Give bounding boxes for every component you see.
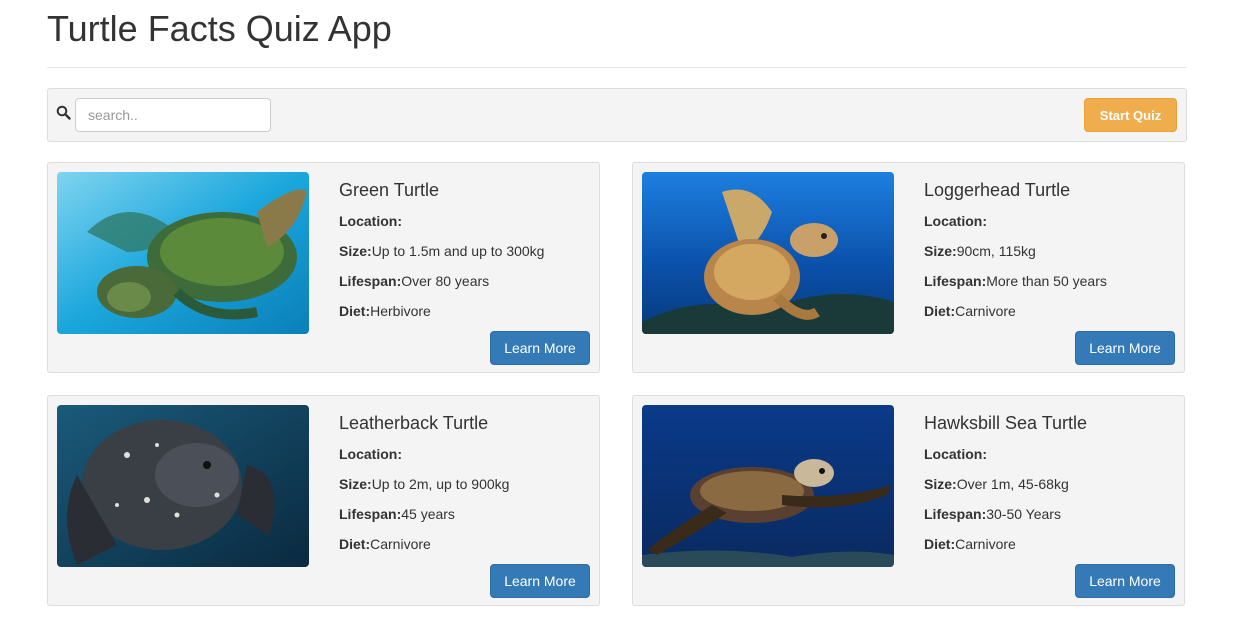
size-row: Size:Up to 2m, up to 900kg xyxy=(339,475,509,493)
turtle-card: Leatherback Turtle Location: Size:Up to … xyxy=(47,395,600,606)
diet-row: Diet:Carnivore xyxy=(924,302,1016,320)
location-label: Location: xyxy=(339,213,402,229)
learn-more-button[interactable]: Learn More xyxy=(490,564,590,598)
location-row: Location: xyxy=(924,445,987,463)
lifespan-value: 30-50 Years xyxy=(986,506,1061,522)
size-value: Up to 1.5m and up to 300kg xyxy=(371,243,545,259)
size-row: Size:Over 1m, 45-68kg xyxy=(924,475,1069,493)
lifespan-label: Lifespan: xyxy=(924,273,987,289)
location-row: Location: xyxy=(339,445,402,463)
size-row: Size:90cm, 115kg xyxy=(924,242,1036,260)
start-quiz-button[interactable]: Start Quiz xyxy=(1084,98,1177,132)
size-row: Size:Up to 1.5m and up to 300kg xyxy=(339,242,544,260)
location-row: Location: xyxy=(924,212,987,230)
lifespan-value: Over 80 years xyxy=(401,273,490,289)
page-title: Turtle Facts Quiz App xyxy=(47,8,392,49)
header-divider xyxy=(47,67,1187,68)
learn-more-button[interactable]: Learn More xyxy=(490,331,590,365)
lifespan-row: Lifespan:Over 80 years xyxy=(339,272,489,290)
diet-row: Diet:Herbivore xyxy=(339,302,431,320)
search-icon xyxy=(56,105,72,121)
diet-label: Diet: xyxy=(339,536,371,552)
turtle-name: Hawksbill Sea Turtle xyxy=(924,413,1088,433)
turtle-name: Green Turtle xyxy=(339,180,440,200)
turtle-name: Loggerhead Turtle xyxy=(924,180,1071,200)
lifespan-row: Lifespan:More than 50 years xyxy=(924,272,1107,290)
lifespan-label: Lifespan: xyxy=(339,506,402,522)
size-value: 90cm, 115kg xyxy=(956,243,1036,259)
diet-value: Herbivore xyxy=(370,303,431,319)
lifespan-value: 45 years xyxy=(401,506,455,522)
size-label: Size: xyxy=(924,476,957,492)
lifespan-value: More than 50 years xyxy=(986,273,1107,289)
location-row: Location: xyxy=(339,212,402,230)
size-label: Size: xyxy=(339,243,372,259)
diet-row: Diet:Carnivore xyxy=(339,535,431,553)
diet-value: Carnivore xyxy=(955,303,1016,319)
turtle-card: Green Turtle Location: Size:Up to 1.5m a… xyxy=(47,162,600,373)
location-label: Location: xyxy=(924,213,987,229)
diet-label: Diet: xyxy=(339,303,371,319)
size-label: Size: xyxy=(924,243,957,259)
learn-more-button[interactable]: Learn More xyxy=(1075,564,1175,598)
turtle-card: Hawksbill Sea Turtle Location: Size:Over… xyxy=(632,395,1185,606)
diet-row: Diet:Carnivore xyxy=(924,535,1016,553)
location-label: Location: xyxy=(924,446,987,462)
location-label: Location: xyxy=(339,446,402,462)
diet-value: Carnivore xyxy=(370,536,431,552)
lifespan-row: Lifespan:30-50 Years xyxy=(924,505,1061,523)
size-label: Size: xyxy=(339,476,372,492)
turtle-card: Loggerhead Turtle Location: Size:90cm, 1… xyxy=(632,162,1185,373)
diet-label: Diet: xyxy=(924,303,956,319)
turtle-image xyxy=(57,172,309,334)
lifespan-label: Lifespan: xyxy=(339,273,402,289)
diet-value: Carnivore xyxy=(955,536,1016,552)
turtle-image xyxy=(57,405,309,567)
size-value: Up to 2m, up to 900kg xyxy=(371,476,510,492)
lifespan-row: Lifespan:45 years xyxy=(339,505,455,523)
size-value: Over 1m, 45-68kg xyxy=(956,476,1069,492)
turtle-name: Leatherback Turtle xyxy=(339,413,489,433)
learn-more-button[interactable]: Learn More xyxy=(1075,331,1175,365)
turtle-image xyxy=(642,405,894,567)
diet-label: Diet: xyxy=(924,536,956,552)
toolbar: Start Quiz xyxy=(47,88,1187,142)
turtle-image xyxy=(642,172,894,334)
lifespan-label: Lifespan: xyxy=(924,506,987,522)
search-input[interactable] xyxy=(75,98,271,132)
